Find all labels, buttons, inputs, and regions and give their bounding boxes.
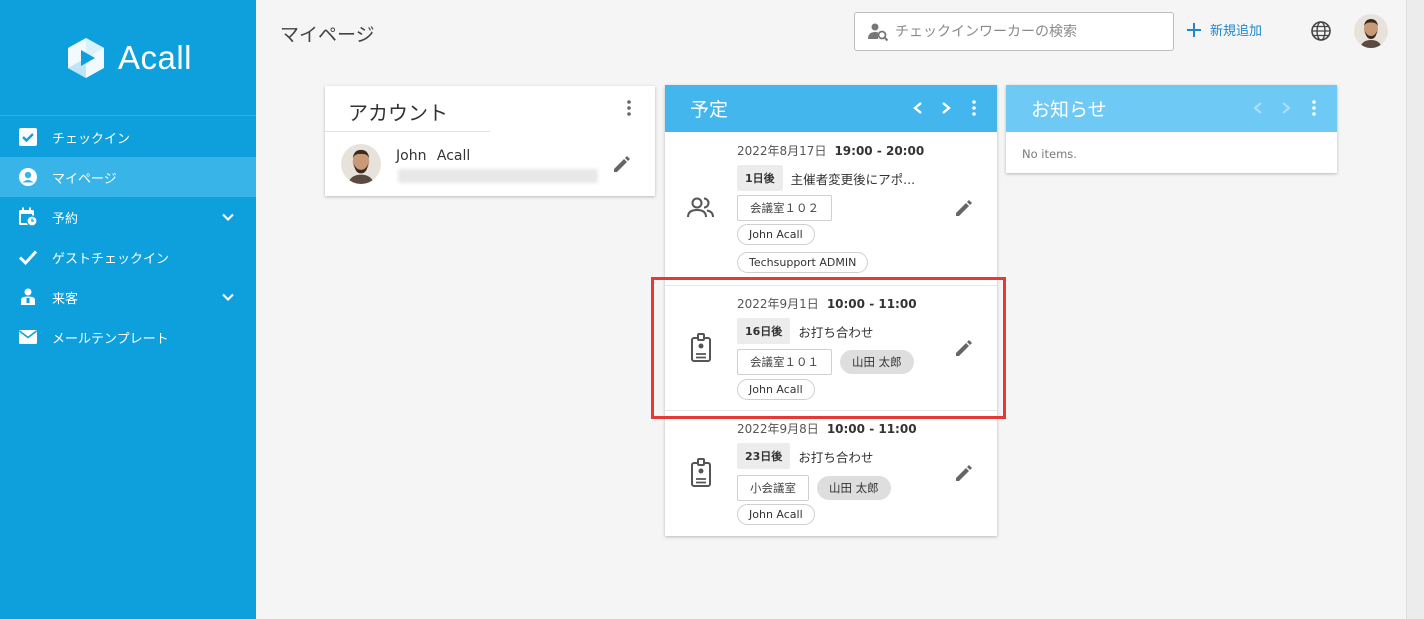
sidebar-item-guest-checkin[interactable]: ゲストチェックイン [0,237,256,277]
event-time: 19:00 - 20:00 [834,144,925,158]
days-until-badge: 23日後 [737,443,791,469]
sidebar-item-mail-template[interactable]: メールテンプレート [0,317,256,357]
schedule-event[interactable]: 2022年9月1日 10:00 - 11:00 16日後 お打ち合わせ 会議室１０… [665,286,997,409]
event-title: お打ち合わせ [798,449,874,465]
more-vert-icon[interactable] [965,98,983,118]
sidebar-item-visitor[interactable]: 来客 [0,277,256,317]
badge-icon [691,333,711,362]
sidebar-item-mypage[interactable]: マイページ [0,157,256,197]
sidebar-item-label: 予約 [52,211,79,227]
chevron-right-icon[interactable] [1277,98,1295,118]
checkbox-icon [18,127,38,147]
sidebar-item-label: メールテンプレート [52,331,169,347]
sidebar: Acall チェックイン マイページ 予約 ゲストチェックイン 来客 メールテン… [0,0,256,619]
account-email-redacted [398,169,598,183]
attendee-chip: John Acall [737,224,815,245]
sidebar-nav: チェックイン マイページ 予約 ゲストチェックイン 来客 メールテンプレート [0,116,256,357]
scrollbar[interactable] [1406,0,1424,619]
edit-pencil-icon[interactable] [611,153,633,175]
chevron-down-icon[interactable] [220,289,236,305]
account-card-title: アカウント [348,101,448,125]
globe-icon[interactable] [1310,20,1332,42]
event-date: 2022年9月1日 [737,297,819,311]
schedule-card-title: 予定 [690,99,729,121]
acall-logo-icon [67,37,104,78]
search-input[interactable] [895,23,1165,40]
more-vert-icon[interactable] [619,98,639,118]
schedule-card: 予定 2022年8月17日 19:00 - 20:00 1日後 主催者変更後にアポ… [665,85,997,536]
mail-icon [18,327,38,347]
news-empty-text: No items. [1022,147,1077,161]
add-new-label: 新規追加 [1210,24,1263,39]
main-content: マイページ 新規追加 アカウント [256,0,1406,619]
schedule-card-header: 予定 [665,85,997,132]
more-vert-icon[interactable] [1305,98,1323,118]
account-circle-icon [18,167,38,187]
schedule-event[interactable]: 2022年8月17日 19:00 - 20:00 1日後 主催者変更後にアポ...… [665,132,997,282]
event-time: 10:00 - 11:00 [826,422,917,436]
news-card-header: お知らせ [1006,85,1337,132]
room-tag: 会議室１０１ [737,349,832,375]
attendee-chip: John Acall [737,379,815,400]
event-datetime: 2022年9月8日 10:00 - 11:00 [737,420,917,437]
room-tag: 小会議室 [737,475,809,501]
logo-text: Acall [117,38,193,76]
account-name: John Acall [396,148,471,164]
chevron-left-icon[interactable] [1249,98,1267,118]
people-icon [687,197,714,218]
room-tag: 会議室１０２ [737,195,832,221]
news-card: お知らせ No items. [1006,85,1337,173]
schedule-event[interactable]: 2022年9月8日 10:00 - 11:00 23日後 お打ち合わせ 小会議室 … [665,411,997,536]
days-until-badge: 16日後 [737,318,791,344]
search-box[interactable] [854,12,1174,51]
edit-pencil-icon[interactable] [953,197,975,219]
badge-icon [691,458,711,487]
sidebar-item-checkin[interactable]: チェックイン [0,117,256,157]
attendee-chip: John Acall [737,504,815,525]
plus-icon [1187,22,1201,37]
visitor-icon [18,287,38,307]
page-title: マイページ [280,24,375,46]
account-avatar [341,144,381,184]
guest-chip: 山田 太郎 [840,350,914,374]
edit-pencil-icon[interactable] [953,337,975,359]
user-avatar[interactable] [1354,14,1388,48]
avatar-image [1354,14,1388,48]
days-until-badge: 1日後 [737,165,783,191]
sidebar-item-label: チェックイン [52,131,131,147]
event-datetime: 2022年8月17日 19:00 - 20:00 [737,142,924,159]
event-datetime: 2022年9月1日 10:00 - 11:00 [737,295,917,312]
sidebar-item-label: マイページ [52,171,117,187]
guest-chip: 山田 太郎 [817,476,891,500]
chevron-right-icon[interactable] [937,98,955,118]
divider [325,131,490,132]
add-new-button[interactable]: 新規追加 [1186,20,1262,39]
event-date: 2022年9月8日 [737,422,819,436]
sidebar-item-label: ゲストチェックイン [52,251,170,267]
event-date: 2022年8月17日 [737,144,827,158]
chevron-left-icon[interactable] [909,98,927,118]
account-card: アカウント John Acall [325,86,655,196]
event-title: 主催者変更後にアポ... [790,171,916,187]
event-title: お打ち合わせ [798,324,874,340]
sidebar-item-label: 来客 [52,291,79,307]
edit-pencil-icon[interactable] [953,462,975,484]
logo[interactable]: Acall [0,0,256,116]
attendee-chip: Techsupport ADMIN [737,252,869,273]
person-search-icon [868,23,889,41]
check-icon [18,247,38,267]
chevron-down-icon[interactable] [220,209,236,225]
event-time: 10:00 - 11:00 [826,297,917,311]
news-card-title: お知らせ [1031,99,1107,121]
sidebar-item-reservation[interactable]: 予約 [0,197,256,237]
calendar-clock-icon [18,207,38,227]
